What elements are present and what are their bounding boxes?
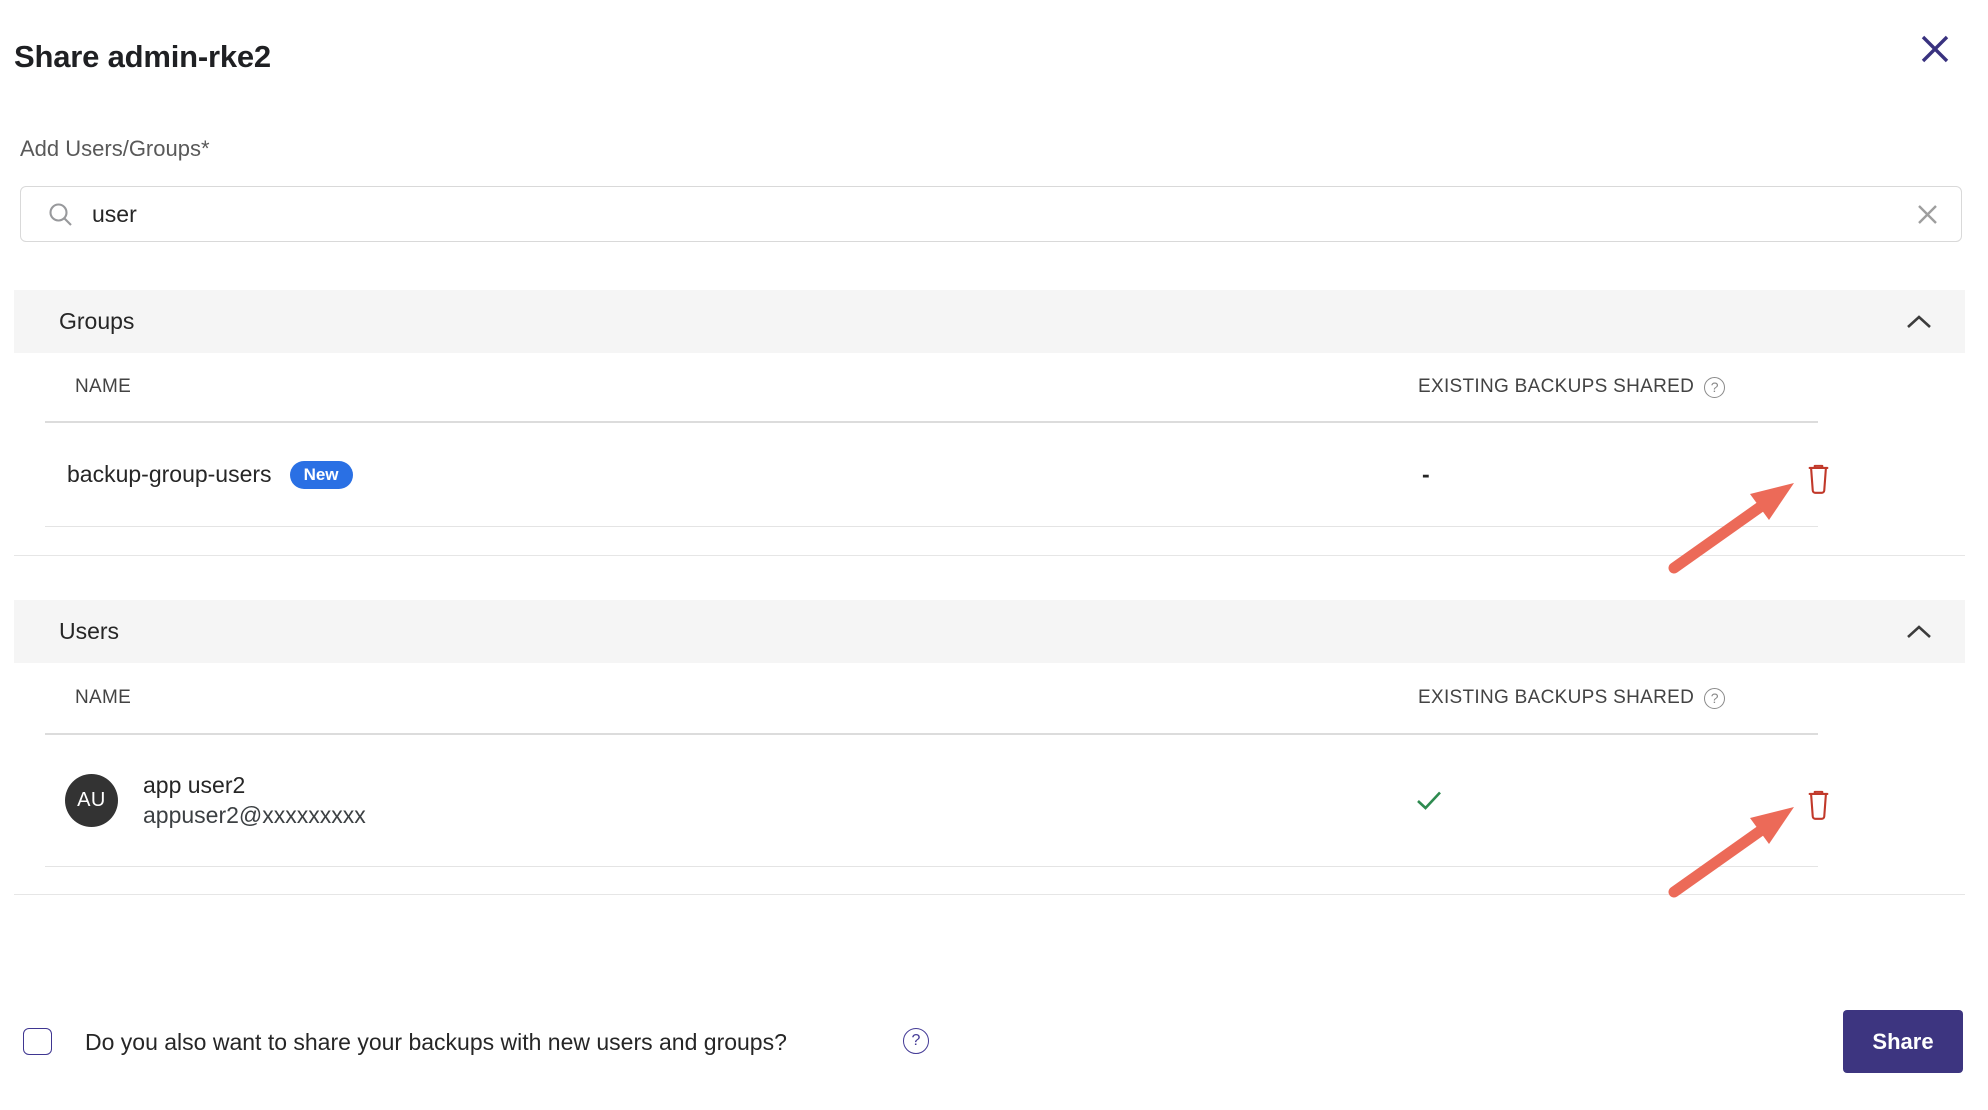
users-section-divider: [14, 894, 1965, 895]
user-display-name: app user2: [143, 773, 366, 798]
share-backups-question: Do you also want to share your backups w…: [85, 1029, 787, 1056]
new-badge: New: [290, 461, 353, 489]
user-email: appuser2@xxxxxxxxx: [143, 803, 366, 828]
user-shared-value: [1416, 790, 1442, 811]
groups-section-divider: [14, 555, 1965, 556]
user-group-search[interactable]: [20, 186, 1962, 242]
chevron-up-icon: [1905, 624, 1933, 640]
groups-name-column-header: NAME: [75, 376, 131, 398]
users-collapse-button[interactable]: [1905, 624, 1933, 640]
users-shared-column-header: EXISTING BACKUPS SHARED: [1418, 687, 1694, 709]
remove-group-button[interactable]: [1798, 459, 1838, 499]
groups-collapse-button[interactable]: [1905, 314, 1933, 330]
groups-shared-help-icon[interactable]: ?: [1704, 377, 1725, 398]
clear-search-button[interactable]: [1916, 203, 1939, 226]
close-dialog-button[interactable]: [1912, 26, 1958, 72]
trash-icon: [1805, 790, 1832, 821]
groups-section-header: Groups: [14, 290, 1965, 353]
share-backups-help-icon[interactable]: ?: [903, 1028, 929, 1054]
share-backups-checkbox[interactable]: [23, 1028, 52, 1055]
users-table-header: NAME EXISTING BACKUPS SHARED ?: [45, 663, 1818, 735]
share-button[interactable]: Share: [1843, 1010, 1963, 1073]
users-section-title: Users: [59, 618, 119, 645]
groups-section-title: Groups: [59, 308, 134, 335]
clear-icon: [1916, 203, 1939, 226]
close-icon: [1920, 34, 1950, 64]
remove-user-button[interactable]: [1798, 785, 1838, 825]
group-row: backup-group-users New -: [45, 423, 1818, 527]
groups-table-header: NAME EXISTING BACKUPS SHARED ?: [45, 353, 1818, 423]
chevron-up-icon: [1905, 314, 1933, 330]
dialog-title: Share admin-rke2: [14, 39, 271, 75]
search-input[interactable]: [90, 200, 1916, 229]
users-name-column-header: NAME: [75, 687, 131, 709]
search-icon: [47, 201, 74, 228]
group-shared-value: -: [1422, 461, 1430, 488]
user-avatar: AU: [65, 774, 118, 827]
groups-shared-column-header: EXISTING BACKUPS SHARED: [1418, 376, 1694, 398]
user-row: AU app user2 appuser2@xxxxxxxxx: [45, 735, 1818, 867]
users-section-header: Users: [14, 600, 1965, 663]
users-shared-help-icon[interactable]: ?: [1704, 688, 1725, 709]
trash-icon: [1805, 464, 1832, 495]
add-users-groups-label: Add Users/Groups*: [20, 136, 210, 162]
group-name: backup-group-users: [67, 461, 272, 488]
checkmark-icon: [1416, 790, 1442, 811]
